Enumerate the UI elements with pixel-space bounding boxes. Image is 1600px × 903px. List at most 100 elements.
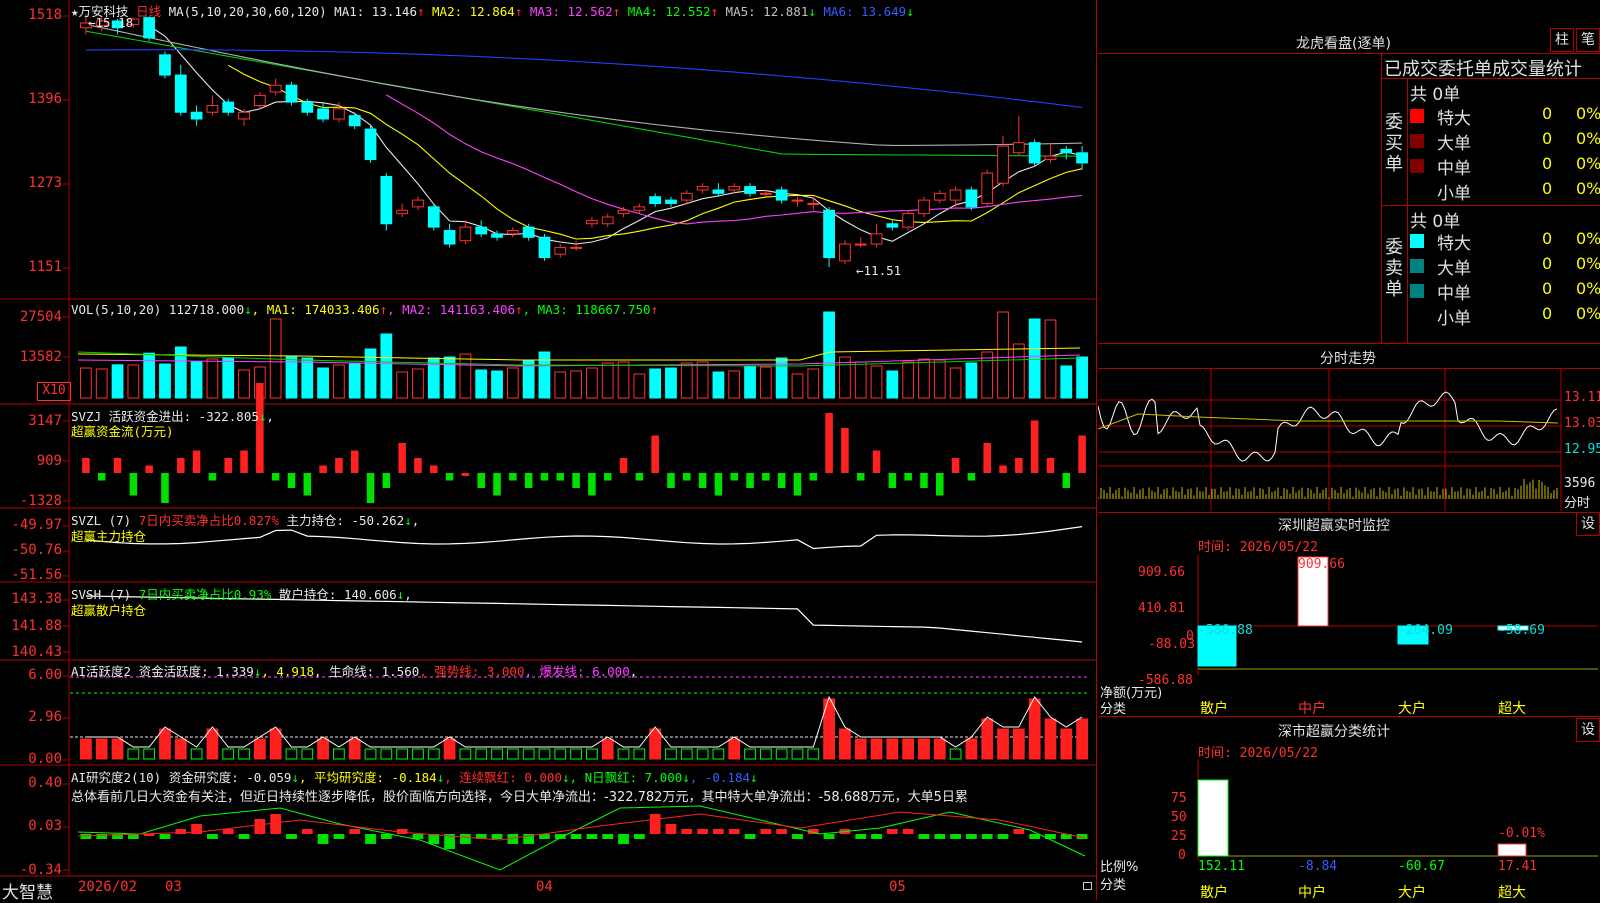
class-unit-cat: 分类 bbox=[1100, 878, 1127, 893]
activity-bar bbox=[1028, 698, 1041, 760]
order-count: 0 bbox=[1542, 154, 1553, 173]
flow-bar bbox=[983, 443, 991, 473]
bar-mode-button[interactable]: 柱 bbox=[1550, 28, 1574, 52]
activity-bar bbox=[269, 728, 282, 760]
candle-body bbox=[712, 189, 725, 194]
volume-bar bbox=[459, 353, 472, 399]
candle-body bbox=[886, 223, 899, 228]
activity-bar bbox=[554, 748, 567, 760]
color-square bbox=[1410, 159, 1424, 173]
intraday-chart[interactable] bbox=[1098, 369, 1600, 511]
flow-bar bbox=[762, 473, 770, 481]
volume-bar bbox=[111, 364, 124, 399]
candle-body bbox=[949, 189, 962, 201]
flow-bar bbox=[493, 473, 501, 496]
research-bar bbox=[950, 834, 961, 839]
volume-bar bbox=[759, 366, 772, 399]
research-bar bbox=[728, 829, 740, 834]
flow-bar bbox=[793, 473, 802, 496]
research-bar bbox=[681, 829, 693, 834]
research-bar bbox=[301, 829, 313, 834]
activity-bar bbox=[190, 748, 203, 760]
research-bar bbox=[80, 834, 92, 839]
pen-mode-button[interactable]: 笔 bbox=[1576, 28, 1600, 52]
up-arrow-icon: ↑ bbox=[416, 4, 425, 19]
volume-bar bbox=[333, 364, 345, 399]
activity-bar bbox=[317, 738, 329, 760]
activity-bar bbox=[475, 748, 488, 760]
candle-body bbox=[570, 246, 582, 249]
ma20-line bbox=[386, 94, 1083, 225]
info-item: MA4: 12.552 bbox=[620, 4, 711, 19]
research-bar bbox=[760, 829, 772, 834]
candle-body bbox=[1060, 148, 1073, 154]
flow-bar bbox=[683, 473, 691, 481]
svsh-axis-2: 141.88 bbox=[11, 618, 62, 634]
vol-axis-1: 27504 bbox=[19, 309, 62, 325]
candle-body bbox=[744, 186, 756, 194]
volume-bar bbox=[997, 311, 1009, 399]
down-arrow-icon: ↓ bbox=[906, 4, 914, 19]
candle-body bbox=[586, 219, 598, 225]
research-bar bbox=[665, 824, 677, 834]
color-square bbox=[1410, 259, 1424, 273]
avg-research-line bbox=[77, 811, 1086, 841]
lock-icon[interactable] bbox=[1083, 882, 1092, 890]
candle-body bbox=[443, 230, 456, 245]
activity-bar bbox=[380, 748, 393, 760]
volume-bar bbox=[918, 358, 930, 399]
activity-bar bbox=[111, 738, 124, 760]
flow-bar bbox=[746, 473, 754, 488]
info-item: MA3: 12.562 bbox=[522, 4, 613, 19]
volume-bar bbox=[949, 367, 962, 399]
volume-bar bbox=[522, 360, 535, 399]
candle-body bbox=[649, 196, 662, 204]
flow-bar bbox=[651, 435, 659, 473]
info-item: 7日内买卖净占比0.827% bbox=[138, 513, 279, 528]
research-bar bbox=[238, 834, 250, 839]
monitor-settings-button[interactable]: 设 bbox=[1576, 512, 1600, 536]
activity-bar bbox=[791, 748, 804, 760]
class-settings-button[interactable]: 设 bbox=[1576, 718, 1600, 742]
monitor-val-2: 909.66 bbox=[1298, 557, 1345, 572]
svzl-subtitle: 超赢主力持仓 bbox=[71, 529, 147, 544]
intraday-title: 分时走势 bbox=[1320, 351, 1376, 367]
candle-body bbox=[380, 175, 393, 225]
kline-area[interactable]: ★万安科技 日线 MA(5,10,20,30,60,120) MA1: 13.1… bbox=[0, 0, 1097, 903]
ai1-axis-3: 0.00 bbox=[28, 751, 62, 767]
class-val-4: 17.41 bbox=[1498, 859, 1538, 874]
flow-bar bbox=[1030, 420, 1039, 473]
activity-bar bbox=[1044, 718, 1057, 760]
research-bar bbox=[349, 829, 361, 834]
color-square bbox=[1410, 134, 1424, 148]
volume-bar bbox=[823, 311, 835, 399]
order-count: 0 bbox=[1542, 129, 1553, 148]
order-row: 中单 0 0% bbox=[1410, 279, 1600, 304]
activity-bar bbox=[174, 738, 187, 760]
kline-chart[interactable] bbox=[0, 0, 1097, 900]
volume-bar bbox=[475, 369, 488, 399]
ai2-info: AI研究度2(10) 资金研究度: -0.059↓, 平均研究度: -0.184… bbox=[71, 767, 758, 786]
research-bar bbox=[222, 829, 234, 834]
volume-bar bbox=[886, 370, 899, 399]
order-label: 特大 bbox=[1437, 234, 1471, 254]
svzj-subtitle: 超赢资金流(万元) bbox=[71, 424, 174, 439]
volume-bar bbox=[854, 361, 867, 399]
monitor-cat-2: 中户 bbox=[1298, 701, 1326, 717]
monitor-time: 时间: 2026/05/22 bbox=[1198, 540, 1318, 555]
volume-bar bbox=[617, 361, 630, 399]
research-bar bbox=[618, 834, 629, 844]
vol-unit-button[interactable]: X10 bbox=[37, 382, 71, 401]
class-val-3: -60.67 bbox=[1398, 859, 1445, 874]
research-bar bbox=[317, 834, 329, 844]
activity-bar bbox=[443, 738, 456, 760]
candle-body bbox=[253, 94, 266, 106]
activity-bar bbox=[95, 738, 108, 760]
activity-bar bbox=[1012, 728, 1025, 760]
info-item: MA2: 12.864 bbox=[424, 4, 515, 19]
research-bar bbox=[286, 834, 297, 839]
activity-bar bbox=[285, 748, 298, 760]
info-item: MA5: 12.881 bbox=[718, 4, 809, 19]
flow-bar bbox=[398, 443, 406, 473]
flow-bar bbox=[145, 465, 153, 473]
